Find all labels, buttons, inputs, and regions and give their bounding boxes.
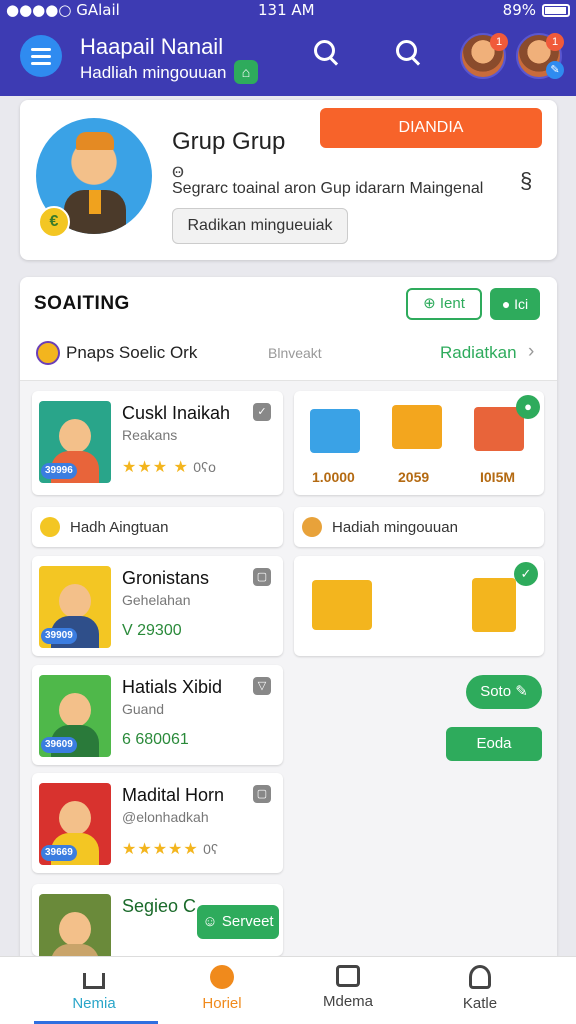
card-image: 39609 (39, 675, 111, 757)
gold-box-icon (312, 580, 372, 630)
section-title: SOAITING (34, 293, 130, 314)
menu-button[interactable] (20, 35, 62, 77)
category-icon (40, 517, 60, 537)
card-subtitle: Guand (122, 701, 165, 717)
list-item[interactable]: 39909 Gronistans Gehelahan V 29300 ▢ (32, 556, 283, 656)
gift-value: 1.0000 (312, 469, 355, 485)
app-subtitle: Hadliah mingouuan (80, 63, 227, 82)
gift-box-icon (474, 407, 524, 451)
list-item[interactable]: 39609 Hatials Xibid Guand 6 680061 ▽ (32, 665, 283, 765)
shield-icon[interactable]: ▽ (253, 677, 271, 695)
card-value: 6 680061 (122, 731, 189, 748)
category-icon (302, 517, 322, 537)
gift-value: 2059 (398, 469, 430, 485)
list-item[interactable]: 39669 Madital Horn @elonhadkah ★★★★★ 0ʕ … (32, 773, 283, 873)
filter-outline-button[interactable]: ⊕ Ient (406, 288, 482, 320)
check-icon[interactable]: ● (516, 395, 540, 419)
search-icon-2[interactable] (394, 38, 424, 68)
chevron-right-icon[interactable]: › (528, 341, 534, 363)
card-title: Madital Horn (122, 785, 225, 805)
gift-card[interactable]: ✓ (294, 556, 544, 656)
panel-header: SOAITING ⊕ Ient ● Ici Pnaps Soelic Ork B… (20, 277, 557, 381)
battery-percent: 89% (502, 1, 536, 19)
home-badge-icon: ⌂ (234, 60, 258, 84)
gift-card[interactable]: 1.0000 2059 I0I5M ● (294, 391, 544, 495)
card-value: V 29300 (122, 622, 182, 639)
list-item[interactable]: 39996 Cuskl Inaikah Reakans ★★★ ★ 0ʕo ✓ (32, 391, 283, 495)
gift-box-icon (310, 409, 360, 453)
profile-badge-icon: € (38, 206, 70, 238)
profile-name: Grup Grup (172, 128, 286, 155)
gold-box-icon (472, 578, 516, 632)
app-title: Haapail Nanail (80, 34, 224, 59)
serveet-button[interactable]: ☺ Serveet (197, 905, 279, 939)
nav-item-home[interactable]: Nemia (34, 965, 154, 1012)
bookmark-icon[interactable]: ▢ (253, 785, 271, 803)
carrier-signal: ●●●●○ GAl‍ail (6, 1, 120, 19)
card-image: 39909 (39, 566, 111, 648)
nav-item-hotel[interactable]: Horiel (162, 965, 282, 1012)
eoda-button[interactable]: Eoda (446, 727, 542, 761)
nav-item-profile[interactable]: Katle (420, 965, 540, 1012)
bookmark-icon[interactable]: ▢ (253, 568, 271, 586)
home-icon (83, 973, 105, 989)
status-bar: ●●●●○ GAl‍ail 131 AM 89% (0, 0, 576, 22)
user-avatar-2[interactable]: 1 ✎ (516, 33, 564, 79)
card-rating: ★★★ ★ 0ʕo (122, 459, 216, 476)
filter-link[interactable]: Radiatkan (440, 343, 517, 363)
card-rating: ★★★★★ 0ʕ (122, 841, 218, 858)
card-image: 39669 (39, 783, 111, 865)
check-icon[interactable]: ✓ (253, 403, 271, 421)
gift-box-icon (392, 405, 442, 449)
profile-secondary-button[interactable]: Radikan mingueuiak (172, 208, 348, 244)
card-image (39, 894, 111, 956)
soto-button[interactable]: Soto ✎ (466, 675, 542, 709)
card-subtitle: Reakans (122, 427, 178, 443)
filter-green-button[interactable]: ● Ici (490, 288, 540, 320)
card-title: Gronistans (122, 568, 210, 588)
ribbon-icon (210, 965, 234, 989)
card-title: Cuskl Inaikah (122, 403, 231, 423)
category-pill-left[interactable]: Hadh Aingtuan (32, 507, 283, 547)
inbox-icon (336, 965, 360, 987)
person-icon (469, 965, 491, 989)
gift-value: I0I5M (480, 469, 516, 485)
app-header: ●●●●○ GAl‍ail 131 AM 89% Haapail Nanail … (0, 0, 576, 96)
user-avatar[interactable]: 1 (460, 33, 508, 79)
search-icon[interactable] (312, 38, 342, 68)
check-icon[interactable]: ✓ (514, 562, 538, 586)
status-time: 131 AM (258, 1, 315, 19)
card-subtitle: Gehelahan (122, 592, 191, 608)
nav-item-media[interactable]: Mdema (288, 965, 408, 1010)
filter-secondary: Blnveakt (268, 345, 322, 361)
card-title: Hatials Xibid (122, 677, 223, 697)
profile-primary-button[interactable]: DIANDIA (320, 108, 542, 148)
category-icon (36, 341, 60, 365)
profile-meta: Ꙫ (172, 164, 184, 180)
filter-label[interactable]: Pnaps Soelic Ork (66, 343, 197, 363)
card-subtitle: @elonhadkah (122, 809, 209, 825)
bottom-nav: Nemia Horiel Mdema Katle (0, 956, 576, 1024)
battery-icon (542, 4, 570, 17)
profile-description: Segrarc toainal aron Gup idararn Maingen… (172, 180, 484, 197)
share-icon[interactable]: § (520, 168, 532, 194)
card-tag: 39996 (41, 463, 77, 479)
category-pill-right[interactable]: Hadiah mingouuan (294, 507, 544, 547)
card-image: 39996 (39, 401, 111, 483)
profile-card: € Grup Grup Ꙫ Segrarc toainal aron Gup i… (20, 100, 557, 260)
card-title: Segieo C (122, 896, 197, 916)
